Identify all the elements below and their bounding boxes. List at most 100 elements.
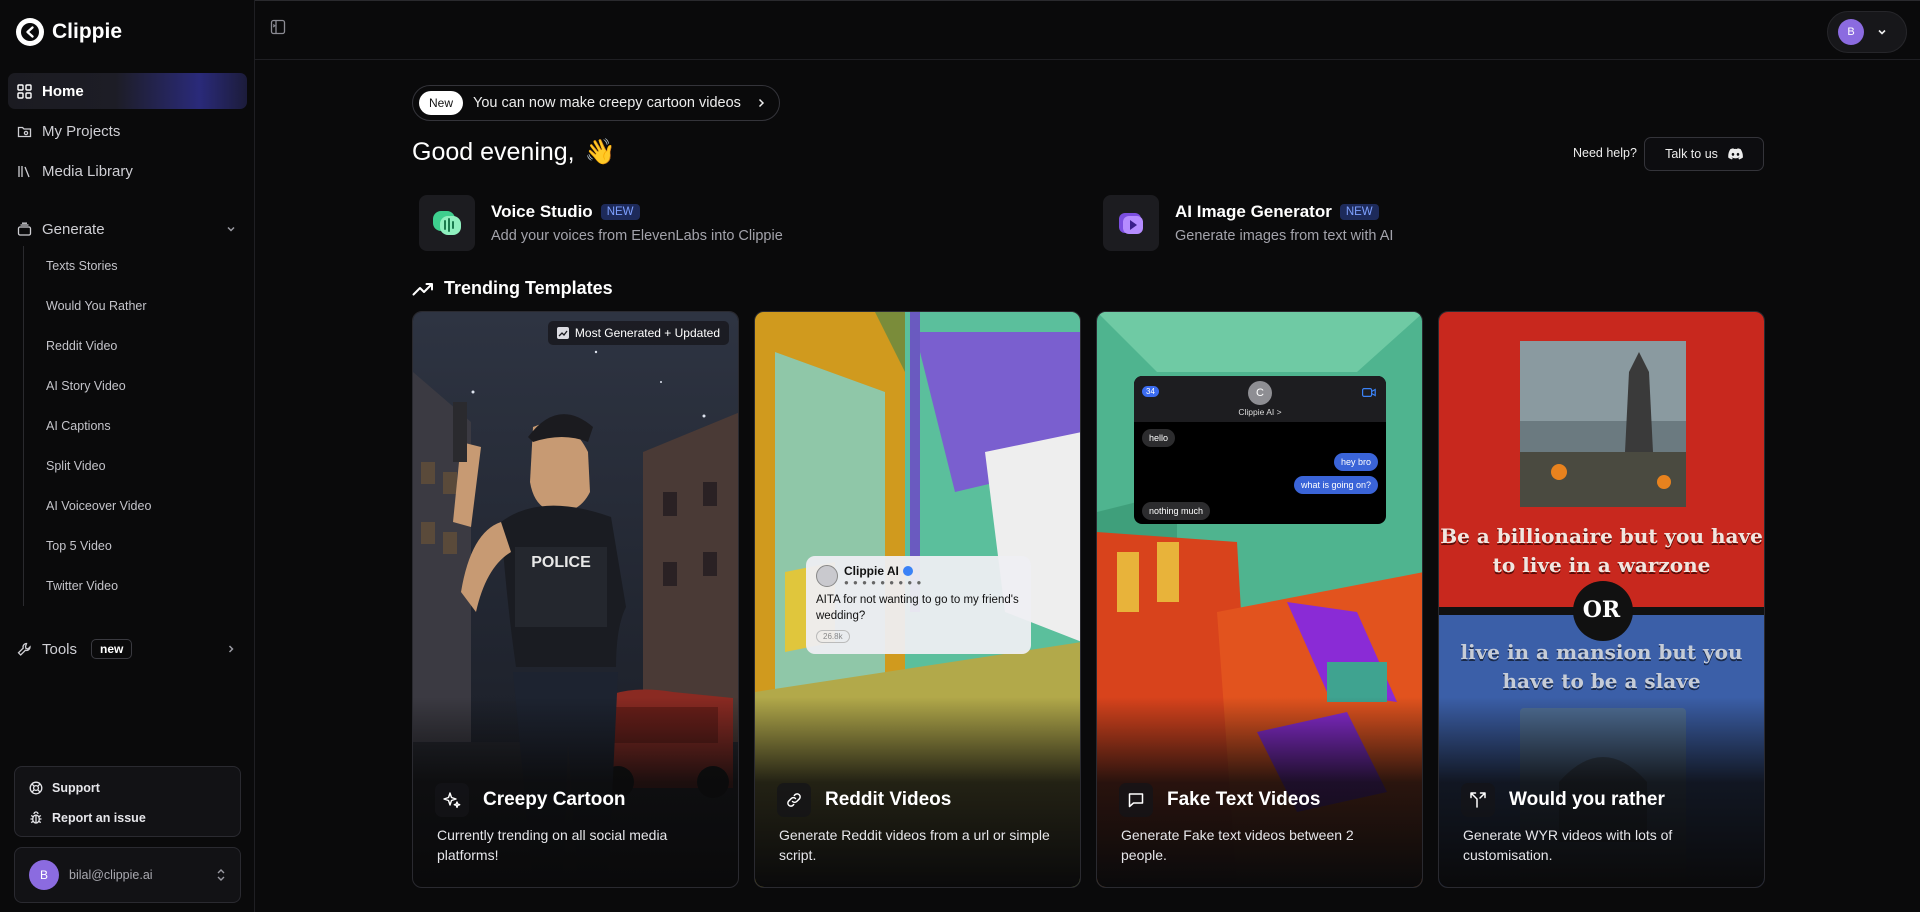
- sidebar-item-twitter-video[interactable]: Twitter Video: [24, 566, 247, 606]
- sidebar-item-label: My Projects: [42, 122, 121, 140]
- brand[interactable]: Clippie: [16, 18, 122, 46]
- chevron-right-icon: [758, 98, 765, 108]
- award-icons: ● ● ● ● ● ● ● ● ●: [844, 578, 923, 587]
- bug-icon: [30, 811, 42, 824]
- sidebar-group-label: Tools: [42, 640, 78, 658]
- message-square-icon: [1119, 783, 1153, 817]
- sidebar-item-would-you-rather[interactable]: Would You Rather: [24, 286, 247, 326]
- greeting: Good evening, 👋: [412, 138, 616, 167]
- svg-text:POLICE: POLICE: [531, 554, 591, 571]
- sidebar: Clippie Home My Projects Media Library G…: [0, 0, 255, 912]
- section-title: Trending Templates: [444, 278, 613, 298]
- message-sent: hey bro: [1333, 453, 1378, 471]
- chevron-updown-icon: [217, 869, 225, 881]
- sidebar-item-texts-stories[interactable]: Texts Stories: [24, 246, 247, 286]
- template-card-reddit-videos[interactable]: Clippie AI ● ● ● ● ● ● ● ● ● AITA for no…: [754, 311, 1081, 888]
- reddit-post-preview: Clippie AI ● ● ● ● ● ● ● ● ● AITA for no…: [806, 556, 1031, 654]
- generate-submenu: Texts Stories Would You Rather Reddit Vi…: [23, 246, 247, 606]
- trending-templates-heading: Trending Templates: [412, 278, 613, 299]
- topbar: B: [255, 0, 1920, 60]
- support-link[interactable]: Support: [15, 773, 240, 803]
- template-card-fake-text-videos[interactable]: 34 C Clippie AI > hello hey bro what is …: [1096, 311, 1423, 888]
- new-badge: NEW: [600, 204, 640, 220]
- sidebar-toggle-icon[interactable]: [270, 19, 286, 35]
- sidebar-item-split-video[interactable]: Split Video: [24, 446, 247, 486]
- account-menu-button[interactable]: B: [1827, 11, 1907, 53]
- verified-icon: [902, 566, 913, 576]
- sidebar-item-media-library[interactable]: Media Library: [8, 153, 247, 189]
- brand-name: Clippie: [52, 20, 123, 43]
- wyr-option-a: Be a billionaire but you have to live in…: [1440, 524, 1763, 577]
- discord-icon: [1728, 148, 1743, 160]
- trending-up-icon: [412, 282, 433, 295]
- template-card-would-you-rather[interactable]: Be a billionaire but you have to live in…: [1438, 311, 1765, 888]
- sparkles-icon: [435, 783, 469, 817]
- imessage-preview: 34 C Clippie AI > hello hey bro what is …: [1134, 376, 1386, 524]
- report-issue-link[interactable]: Report an issue: [15, 803, 240, 833]
- wyr-option-b: live in a mansion but you have to be a s…: [1460, 640, 1743, 693]
- message-received: hello: [1142, 429, 1176, 447]
- layers-icon: [17, 222, 32, 236]
- sidebar-item-label: Home: [42, 82, 84, 100]
- feature-voice-studio[interactable]: Voice Studio NEW Add your voices from Ele…: [419, 195, 783, 251]
- feature-description: Add your voices from ElevenLabs into Cli…: [491, 228, 783, 244]
- library-icon: [18, 165, 30, 177]
- avatar: B: [1838, 19, 1864, 45]
- wyr-or-label: OR: [1582, 597, 1621, 623]
- sidebar-group-label: Generate: [42, 220, 105, 238]
- chevron-down-icon: [1878, 29, 1886, 35]
- sidebar-item-ai-captions[interactable]: AI Captions: [24, 406, 247, 446]
- most-generated-tag: Most Generated + Updated: [547, 321, 729, 345]
- contact-avatar: C: [1248, 381, 1272, 405]
- card-description: Currently trending on all social media p…: [437, 827, 668, 863]
- card-title: Would you rather: [1509, 789, 1665, 810]
- feature-title: Voice Studio: [491, 202, 593, 221]
- card-description: Generate Fake text videos between 2 peop…: [1121, 827, 1354, 863]
- avatar: B: [29, 860, 59, 890]
- user-menu[interactable]: B bilal@clippie.ai: [14, 847, 241, 903]
- lifebuoy-icon: [29, 781, 43, 795]
- feature-ai-image-generator[interactable]: AI Image Generator NEW Generate images fr…: [1103, 195, 1393, 251]
- upvote-count: 26.8k: [816, 630, 850, 643]
- wrench-icon: [17, 642, 31, 656]
- card-description: Generate WYR videos with lots of customi…: [1463, 827, 1673, 863]
- sidebar-item-home[interactable]: Home: [8, 73, 247, 109]
- sidebar-item-ai-story-video[interactable]: AI Story Video: [24, 366, 247, 406]
- new-badge: new: [91, 639, 133, 659]
- card-title: Reddit Videos: [825, 789, 952, 810]
- video-call-icon: [1362, 388, 1376, 397]
- announcement-banner[interactable]: New You can now make creepy cartoon vide…: [412, 85, 780, 121]
- avatar: [816, 564, 838, 587]
- sidebar-item-ai-voiceover-video[interactable]: AI Voiceover Video: [24, 486, 247, 526]
- report-issue-label: Report an issue: [52, 811, 146, 825]
- sidebar-item-reddit-video[interactable]: Reddit Video: [24, 326, 247, 366]
- user-email: bilal@clippie.ai: [69, 868, 153, 882]
- grid-icon: [17, 83, 32, 99]
- support-panel: Support Report an issue: [14, 766, 241, 837]
- split-arrows-icon: [1461, 783, 1495, 817]
- message-sent: what is going on?: [1293, 476, 1378, 494]
- greeting-text: Good evening,: [412, 138, 575, 166]
- link-icon: [777, 783, 811, 817]
- new-badge: New: [419, 91, 464, 115]
- sidebar-item-top-5-video[interactable]: Top 5 Video: [24, 526, 247, 566]
- template-card-creepy-cartoon[interactable]: POLICE Most Generated + Updated Creepy C…: [412, 311, 739, 888]
- clippie-logo-icon: [16, 18, 44, 46]
- support-label: Support: [52, 781, 100, 795]
- chart-icon: [556, 327, 569, 339]
- chevron-down-icon: [227, 226, 235, 232]
- need-help-label: Need help?: [1573, 146, 1637, 160]
- sidebar-group-tools[interactable]: Tools new: [8, 631, 247, 667]
- folder-icon: [17, 126, 32, 137]
- feature-description: Generate images from text with AI: [1175, 228, 1394, 244]
- talk-to-us-label: Talk to us: [1665, 147, 1718, 161]
- sidebar-group-generate[interactable]: Generate: [8, 211, 247, 247]
- chevron-right-icon: [228, 645, 234, 653]
- message-received: nothing much: [1142, 502, 1211, 520]
- wave-emoji-icon: 👋: [584, 138, 616, 166]
- card-title: Fake Text Videos: [1167, 789, 1321, 810]
- sidebar-item-my-projects[interactable]: My Projects: [8, 113, 247, 149]
- voice-studio-icon: [419, 195, 475, 251]
- new-badge: NEW: [1339, 204, 1379, 220]
- talk-to-us-button[interactable]: Talk to us: [1644, 137, 1764, 171]
